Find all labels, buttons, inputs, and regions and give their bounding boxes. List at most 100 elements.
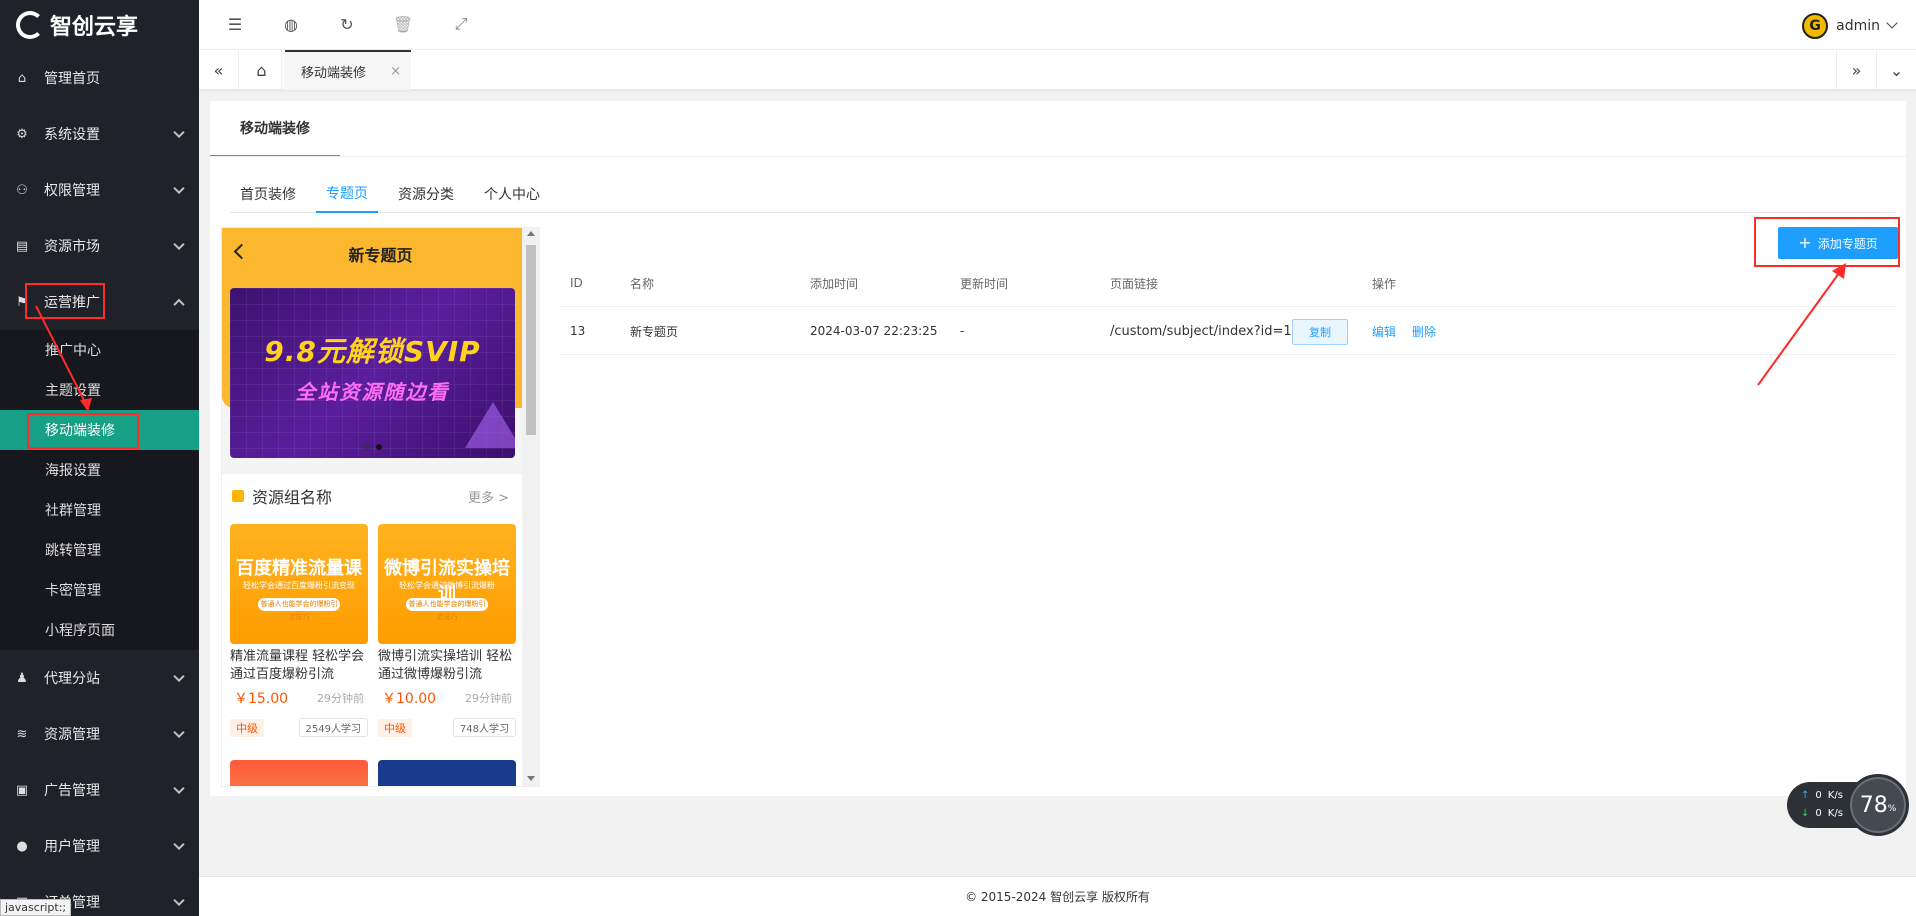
banner-headline: 9.8元解锁SVIP — [264, 335, 481, 368]
course-name: 精准流量课程 轻松学会通过百度爆粉引流 — [230, 649, 365, 682]
ad-icon: ▣ — [15, 782, 29, 798]
tab-label: 移动端装修 — [301, 65, 367, 81]
shop-icon: ▤ — [15, 238, 29, 254]
download-speed: ↓ 0 K/s — [1801, 808, 1843, 819]
app-name: 智创云享 — [50, 15, 139, 40]
col-created: 添加时间 — [810, 276, 859, 291]
status-tooltip: javascript:; — [0, 899, 72, 916]
chevron-down-icon — [173, 894, 185, 907]
col-actions: 操作 — [1372, 276, 1397, 291]
network-speed-widget[interactable]: ↑ 0 K/s ↓ 0 K/s 78% — [1787, 774, 1909, 836]
sidebar-item-users[interactable]: ● 用户管理 — [0, 818, 199, 874]
scroll-up-icon[interactable] — [527, 231, 535, 236]
user-menu[interactable]: G admin — [1802, 13, 1898, 39]
tabs-scroll-right-icon[interactable]: » — [1836, 50, 1876, 90]
preview-scrollbar[interactable] — [522, 227, 540, 785]
sidebar-subitem-card-keys[interactable]: 卡密管理 — [0, 570, 199, 610]
sidebar-item-label: 管理首页 — [44, 71, 100, 87]
chevron-up-icon — [173, 298, 185, 311]
course-time: 29分钟前 — [465, 692, 512, 705]
tabs-scroll-left-icon[interactable]: « — [199, 50, 239, 90]
course-image[interactable] — [378, 760, 516, 786]
edit-link[interactable]: 编辑 — [1372, 307, 1396, 355]
annotation-arrow — [1757, 263, 1846, 386]
course-price: ￥10.00 — [382, 691, 437, 707]
logo[interactable]: 智创云享 — [0, 0, 199, 50]
course-tags: 中级 2549人学习 — [230, 718, 368, 737]
globe-icon[interactable]: ◍ — [281, 14, 301, 34]
scroll-down-icon[interactable] — [527, 776, 535, 781]
course-card[interactable]: 微博引流实操培训 轻松学会通过微博引流爆粉 普通人也能学会的爆粉引流技巧 微博引… — [378, 524, 516, 737]
sidebar-subitem-community[interactable]: 社群管理 — [0, 490, 199, 530]
delete-link[interactable]: 删除 — [1412, 307, 1436, 355]
tab-home-decor[interactable]: 首页装修 — [230, 175, 306, 213]
menu-toggle-icon[interactable]: ☰ — [225, 14, 245, 34]
tab-mobile-decor[interactable]: 移动端装修 × — [285, 50, 411, 90]
group-header: 资源组名称 更多 > — [222, 474, 523, 518]
learners-badge: 2549人学习 — [298, 718, 368, 737]
sidebar-item-home[interactable]: ⌂ 管理首页 — [0, 50, 199, 106]
carousel-dot[interactable] — [363, 444, 370, 450]
home-icon: ⌂ — [17, 70, 27, 86]
page-tabbar: « ⌂ 移动端装修 × » ⌄ — [199, 50, 1916, 90]
course-meta: ￥10.00 29分钟前 — [378, 688, 516, 708]
tab-topic-page[interactable]: 专题页 — [316, 175, 378, 213]
refresh-icon[interactable]: ↻ — [337, 14, 357, 34]
sidebar-subitem-poster[interactable]: 海报设置 — [0, 450, 199, 490]
sidebar-item-permissions[interactable]: ⚇ 权限管理 — [0, 162, 199, 218]
course-price: ￥15.00 — [234, 691, 289, 707]
more-link[interactable]: 更多 > — [468, 487, 509, 506]
course-meta: ￥15.00 29分钟前 — [230, 688, 368, 708]
gear-icon: ⚙ — [16, 126, 28, 142]
group-flag-icon — [232, 490, 244, 502]
username: admin — [1836, 18, 1880, 34]
level-badge: 中级 — [230, 718, 264, 737]
carousel-dot[interactable] — [375, 444, 382, 450]
chevron-down-icon — [173, 238, 185, 251]
subtabs: 首页装修 专题页 资源分类 个人中心 — [230, 175, 1896, 213]
card-title-tab[interactable]: 移动端装修 — [210, 101, 340, 157]
agent-icon: ♟ — [16, 670, 28, 686]
fullscreen-icon[interactable]: ⤢ — [451, 14, 471, 34]
sidebar-item-market[interactable]: ▤ 资源市场 — [0, 218, 199, 274]
preview-banner[interactable]: 9.8元解锁SVIP 全站资源随边看 — [230, 288, 515, 458]
banner-triangle — [465, 402, 515, 448]
course-card[interactable]: 百度精准流量课 轻松学会通过百度爆粉引流变现 普通人也能学会的爆粉引流技巧 精准… — [230, 524, 368, 737]
chevron-down-icon — [173, 782, 185, 795]
sidebar-subitem-mini-program[interactable]: 小程序页面 — [0, 610, 199, 650]
preview-title: 新专题页 — [348, 246, 413, 265]
home-tab-icon[interactable]: ⌂ — [242, 50, 282, 90]
stack-icon: ≋ — [16, 726, 28, 742]
course-name: 微博引流实操培训 轻松通过微博爆粉引流 — [378, 649, 513, 682]
scroll-thumb[interactable] — [526, 245, 536, 435]
tabs-menu-chevron-icon[interactable]: ⌄ — [1876, 50, 1916, 90]
topic-table: ID 名称 添加时间 更新时间 页面链接 操作 13 新专题页 2024-03-… — [560, 259, 1896, 355]
sidebar-item-agents[interactable]: ♟ 代理分站 — [0, 650, 199, 706]
download-arrow-icon: ↓ — [1801, 808, 1810, 819]
level-badge: 中级 — [378, 718, 412, 737]
row-link: /custom/subject/index?id=13 — [1110, 323, 1300, 339]
sidebar-item-system-settings[interactable]: ⚙ 系统设置 — [0, 106, 199, 162]
sidebar-item-label: 系统设置 — [44, 127, 100, 143]
sidebar-item-ads[interactable]: ▣ 广告管理 — [0, 762, 199, 818]
tab-personal-center[interactable]: 个人中心 — [474, 175, 550, 213]
course-image[interactable] — [230, 760, 368, 786]
close-icon[interactable]: × — [390, 64, 401, 79]
tab-resource-category[interactable]: 资源分类 — [388, 175, 464, 213]
row-id: 13 — [570, 324, 586, 338]
chevron-down-icon — [173, 726, 185, 739]
sidebar-subitem-redirect[interactable]: 跳转管理 — [0, 530, 199, 570]
trash-icon[interactable]: 🗑 — [393, 14, 413, 34]
sidebar-item-label: 资源市场 — [44, 239, 100, 255]
col-updated: 更新时间 — [960, 276, 1009, 291]
table-header: ID 名称 添加时间 更新时间 页面链接 操作 — [560, 259, 1896, 307]
copy-button[interactable]: 复制 — [1292, 319, 1348, 345]
mobile-preview: 新专题页 9.8元解锁SVIP 全站资源随边看 资源组名称 更多 > 百度精准流… — [221, 227, 540, 787]
col-id: ID — [570, 276, 583, 290]
chevron-down-icon — [173, 126, 185, 139]
row-updated: - — [960, 324, 965, 338]
divider — [210, 156, 1906, 157]
banner-subline: 全站资源随边看 — [295, 380, 450, 404]
annotation-arrow — [35, 305, 92, 412]
sidebar-item-resources[interactable]: ≋ 资源管理 — [0, 706, 199, 762]
